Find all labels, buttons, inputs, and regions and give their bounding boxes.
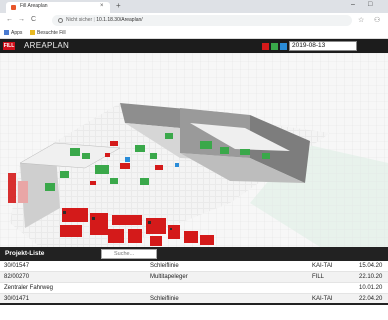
- profile-icon[interactable]: ⚇: [374, 16, 380, 24]
- fill-logo: FILL: [3, 42, 15, 50]
- project-date: 15.04.20: [359, 263, 383, 269]
- project-name: Schleiflinie: [150, 296, 179, 302]
- project-location: FILL: [312, 274, 325, 280]
- project-name: Schleiflinie: [150, 263, 179, 269]
- info-icon[interactable]: [58, 18, 63, 23]
- 3d-area-view[interactable]: [0, 53, 388, 247]
- table-row[interactable]: 30/01471 Schleiflinie KAI-TAI 22.04.20: [0, 294, 388, 305]
- bookmark-star-icon[interactable]: ☆: [358, 16, 364, 24]
- project-number: 30/01547: [4, 263, 30, 269]
- browser-tab-bar: Fill Areaplan × + – □: [0, 0, 388, 13]
- search-input[interactable]: [101, 249, 157, 259]
- project-number: 82/00270: [4, 274, 30, 280]
- legend-red-icon[interactable]: [262, 43, 269, 50]
- reload-icon[interactable]: C: [31, 16, 36, 23]
- project-list-header: Projekt-Liste: [0, 247, 388, 261]
- project-number: 30/01471: [4, 296, 30, 302]
- apps-icon: [4, 30, 9, 35]
- bookmark-label: Besuchte Fill: [37, 30, 66, 36]
- project-number: Zentraler Fahrweg: [4, 285, 54, 291]
- project-name: Multitapeleger: [150, 274, 188, 280]
- table-row[interactable]: 30/01547 Schleiflinie KAI-TAI 15.04.20: [0, 261, 388, 272]
- project-date: 10.01.20: [359, 285, 383, 291]
- bookmark-apps[interactable]: Apps: [4, 30, 22, 36]
- favicon-icon: [11, 5, 16, 10]
- forward-icon[interactable]: →: [18, 16, 25, 23]
- table-row[interactable]: Zentraler Fahrweg 10.01.20: [0, 283, 388, 294]
- project-list-title: Projekt-Liste: [5, 250, 45, 257]
- url-insecure-label: Nicht sicher: [66, 17, 93, 23]
- table-row[interactable]: 82/00270 Multitapeleger FILL 22.10.20: [0, 272, 388, 283]
- app-header: FILL AREAPLAN 2019-08-13: [0, 39, 388, 53]
- project-date: 22.10.20: [359, 274, 383, 280]
- maximize-icon[interactable]: □: [368, 1, 372, 8]
- browser-tab[interactable]: Fill Areaplan ×: [6, 2, 110, 13]
- project-location: KAI-TAI: [312, 296, 333, 302]
- legend-green-icon[interactable]: [271, 43, 278, 50]
- bookmark-label: Apps: [11, 30, 23, 36]
- back-icon[interactable]: ←: [6, 16, 13, 23]
- page-title: AREAPLAN: [24, 41, 70, 50]
- url-field[interactable]: Nicht sicher | 10.1.18.30/Areaplan/: [52, 15, 352, 26]
- address-bar: ← → C Nicht sicher | 10.1.18.30/Areaplan…: [0, 13, 388, 28]
- tab-title: Fill Areaplan: [20, 3, 48, 9]
- url-separator: |: [93, 17, 95, 23]
- new-tab-icon[interactable]: +: [116, 1, 121, 10]
- date-input[interactable]: 2019-08-13: [289, 41, 357, 51]
- bookmarks-bar: Apps Besuchte Fill: [0, 28, 388, 39]
- folder-icon: [30, 30, 35, 35]
- minimize-icon[interactable]: –: [351, 1, 355, 8]
- project-date: 22.04.20: [359, 296, 383, 302]
- url-text: Nicht sicher | 10.1.18.30/Areaplan/: [66, 17, 143, 23]
- project-location: KAI-TAI: [312, 263, 333, 269]
- legend-blue-icon[interactable]: [280, 43, 287, 50]
- tab-close-icon[interactable]: ×: [100, 3, 104, 9]
- factory-3d-render[interactable]: [0, 53, 388, 247]
- url-host: 10.1.18.30/Areaplan/: [96, 17, 143, 23]
- bookmark-besuchte-fill[interactable]: Besuchte Fill: [30, 30, 66, 36]
